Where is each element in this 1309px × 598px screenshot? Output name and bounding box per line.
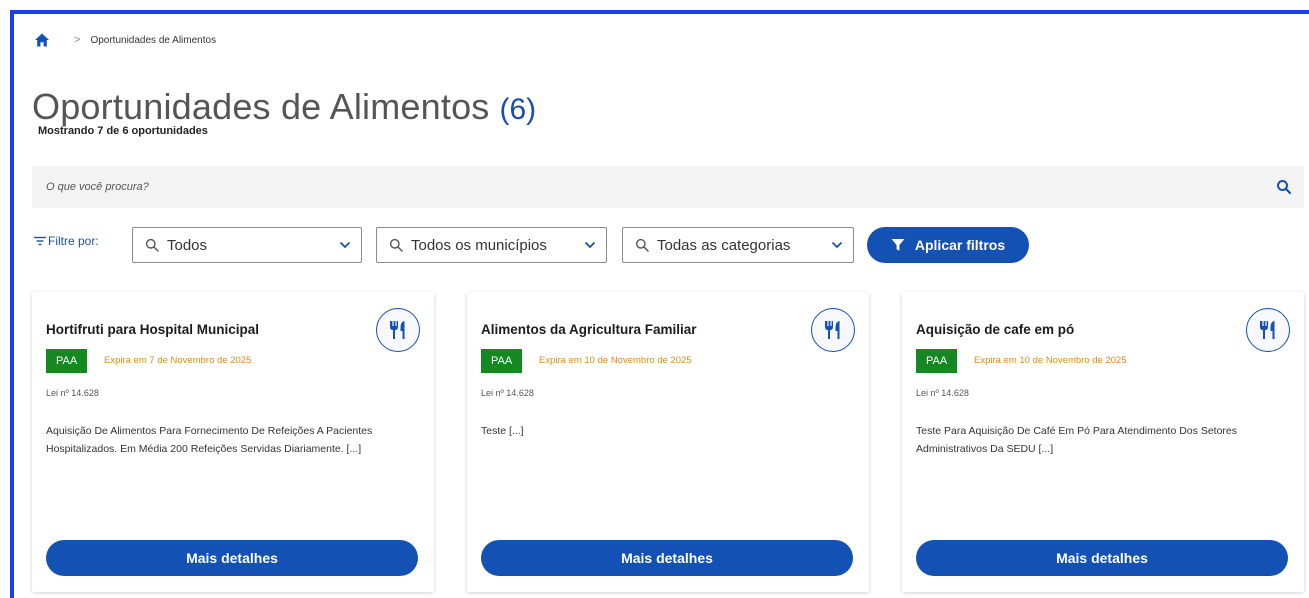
card-title: Aquisição de cafe em pó [916, 322, 1075, 337]
card-description: Aquisição De Alimentos Para Fornecimento… [46, 425, 373, 455]
breadcrumb-current: Oportunidades de Alimentos [90, 34, 217, 46]
breadcrumb: > Oportunidades de Alimentos [34, 32, 216, 48]
expiry-date: Expira em 7 de Novembro de 2025 [104, 355, 252, 366]
program-badge: PAA [46, 349, 88, 373]
breadcrumb-separator: > [74, 34, 81, 46]
apply-filters-button[interactable]: Aplicar filtros [867, 227, 1029, 263]
more-details-button[interactable]: Mais detalhes [916, 540, 1288, 576]
search-icon [389, 238, 403, 252]
title-row: Oportunidades de Alimentos (6) [32, 86, 536, 128]
more-details-button[interactable]: Mais detalhes [46, 540, 418, 576]
expiry-date: Expira em 10 de Novembro de 2025 [974, 355, 1127, 366]
more-details-button[interactable]: Mais detalhes [481, 540, 853, 576]
utensils-icon [1246, 308, 1290, 352]
chevron-down-icon [584, 241, 596, 249]
filter-select-value: Todos os municípios [411, 236, 547, 254]
page-title: Oportunidades de Alimentos [32, 86, 490, 127]
funnel-icon [891, 238, 905, 252]
utensils-icon [811, 308, 855, 352]
card-description: Teste Para Aquisição De Café Em Pó Para … [916, 425, 1238, 455]
search-icon [145, 238, 159, 252]
card-title: Hortifruti para Hospital Municipal [46, 322, 260, 337]
filter-select-type[interactable]: Todos [132, 227, 362, 263]
page: > Oportunidades de Alimentos Oportunidad… [14, 14, 1309, 598]
filter-select-category[interactable]: Todas as categorias [622, 227, 854, 263]
filter-lines-icon [34, 236, 46, 246]
opportunity-card: Hortifruti para Hospital Municipal PAA E… [32, 292, 434, 592]
chevron-down-icon [831, 241, 843, 249]
filter-label: Filtre por: [34, 234, 99, 248]
law-reference: Lei nº 14.628 [916, 388, 969, 398]
law-reference: Lei nº 14.628 [481, 388, 534, 398]
home-icon[interactable] [34, 32, 50, 48]
opportunity-card: Aquisição de cafe em pó PAA Expira em 10… [902, 292, 1304, 592]
chevron-down-icon [339, 241, 351, 249]
card-title: Alimentos da Agricultura Familiar [481, 322, 697, 337]
filter-select-municipality[interactable]: Todos os municípios [376, 227, 607, 263]
search-icon [635, 238, 649, 252]
search-bar [32, 166, 1304, 208]
opportunity-card: Alimentos da Agricultura Familiar PAA Ex… [467, 292, 869, 592]
results-summary: Mostrando 7 de 6 oportunidades [38, 125, 208, 137]
program-badge: PAA [481, 349, 523, 373]
filter-select-value: Todos [167, 236, 208, 254]
filter-label-text: Filtre por: [48, 234, 99, 248]
apply-filters-label: Aplicar filtros [914, 237, 1006, 253]
page-title-count: (6) [499, 93, 537, 126]
program-badge: PAA [916, 349, 958, 373]
law-reference: Lei nº 14.628 [46, 388, 99, 398]
search-icon[interactable] [1276, 179, 1292, 195]
expiry-date: Expira em 10 de Novembro de 2025 [539, 355, 692, 366]
card-description: Teste [...] [481, 425, 524, 437]
search-input[interactable] [32, 166, 1276, 208]
filter-select-value: Todas as categorias [657, 236, 791, 254]
utensils-icon [376, 308, 420, 352]
